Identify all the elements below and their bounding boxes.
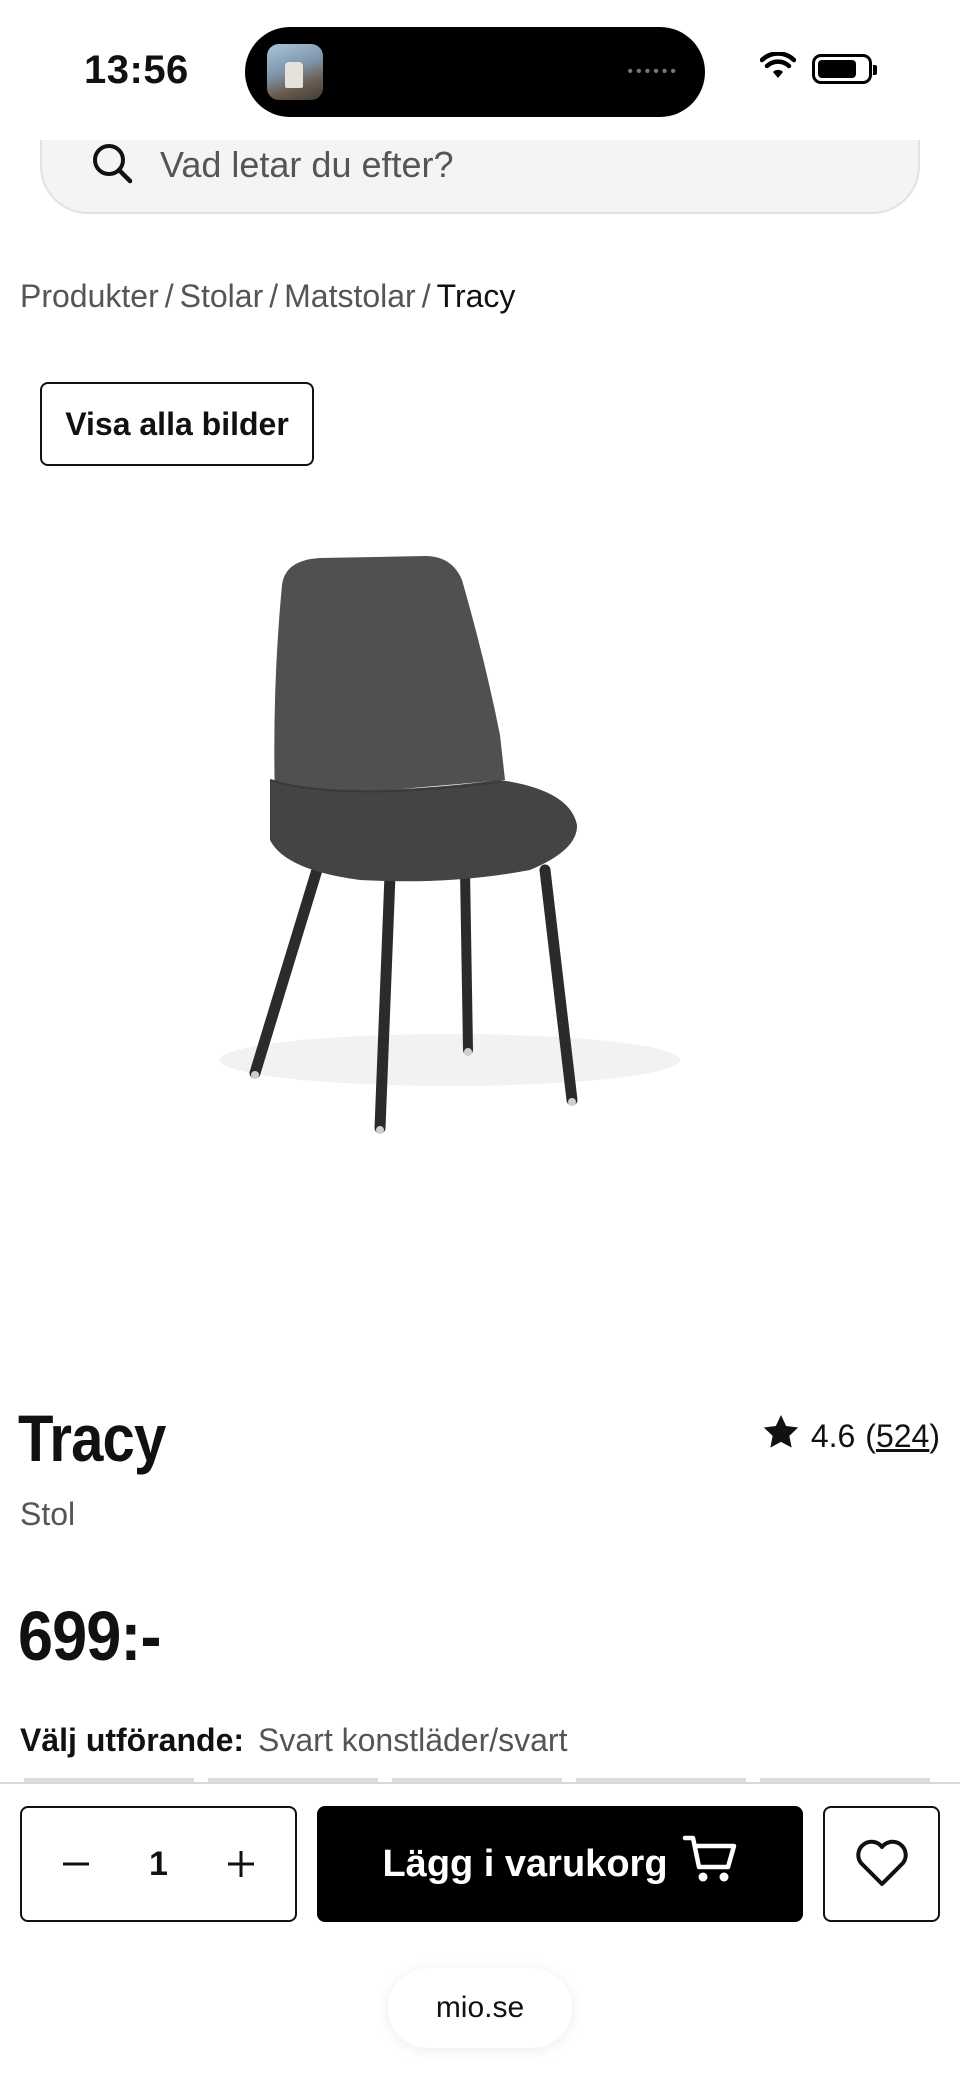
wishlist-button[interactable] [823, 1806, 940, 1922]
breadcrumb-current: Tracy [436, 278, 516, 314]
battery-icon [812, 53, 877, 84]
status-icons [759, 51, 877, 85]
browser-url-pill[interactable]: mio.se [388, 1968, 572, 2048]
variant-label: Välj utförande: [20, 1722, 245, 1758]
product-type: Stol [20, 1496, 76, 1532]
variant-value: Svart konstläder/svart [258, 1722, 568, 1758]
breadcrumb-separator: / [421, 278, 431, 314]
island-dots-icon: •••••• [627, 63, 679, 80]
minus-icon [63, 1862, 89, 1866]
breadcrumb-separator: / [269, 278, 279, 314]
purchase-bar: 1 Lägg i varukorg [0, 1782, 960, 1942]
status-bar: 13:56 •••••• [0, 0, 960, 140]
breadcrumb-separator: / [164, 278, 174, 314]
decrease-quantity-button[interactable] [56, 1844, 96, 1884]
product-rating[interactable]: 4.6 (524) [761, 1412, 940, 1460]
breadcrumb: Produkter / Stolar / Matstolar / Tracy [20, 278, 515, 315]
dynamic-island[interactable]: •••••• [245, 27, 705, 117]
increase-quantity-button[interactable] [221, 1844, 261, 1884]
quantity-value[interactable]: 1 [149, 1845, 168, 1884]
status-time: 13:56 [84, 48, 189, 92]
add-to-cart-button[interactable]: Lägg i varukorg [317, 1806, 803, 1922]
show-all-images-button[interactable]: Visa alla bilder [40, 382, 314, 466]
review-count-wrapper: (524) [865, 1417, 940, 1454]
breadcrumb-link-matstolar[interactable]: Matstolar [284, 278, 416, 315]
quantity-stepper: 1 [20, 1806, 297, 1922]
breadcrumb-link-stolar[interactable]: Stolar [180, 278, 264, 315]
product-title: Tracy [18, 1401, 166, 1475]
add-to-cart-label: Lägg i varukorg [382, 1842, 668, 1885]
search-input[interactable] [160, 144, 860, 186]
wifi-icon [759, 51, 797, 85]
plus-icon [227, 1851, 254, 1877]
star-icon [761, 1412, 801, 1460]
product-image[interactable] [200, 540, 720, 1160]
variant-selector-heading: Välj utförande: Svart konstläder/svart [20, 1722, 567, 1759]
breadcrumb-link-produkter[interactable]: Produkter [20, 278, 159, 315]
now-playing-thumbnail [267, 44, 323, 100]
rating-value: 4.6 [810, 1417, 856, 1454]
cart-icon [682, 1833, 738, 1895]
product-price: 699:- [18, 1597, 161, 1675]
search-icon [90, 141, 134, 190]
heart-icon [854, 1838, 910, 1891]
review-count-link[interactable]: 524 [876, 1418, 929, 1454]
